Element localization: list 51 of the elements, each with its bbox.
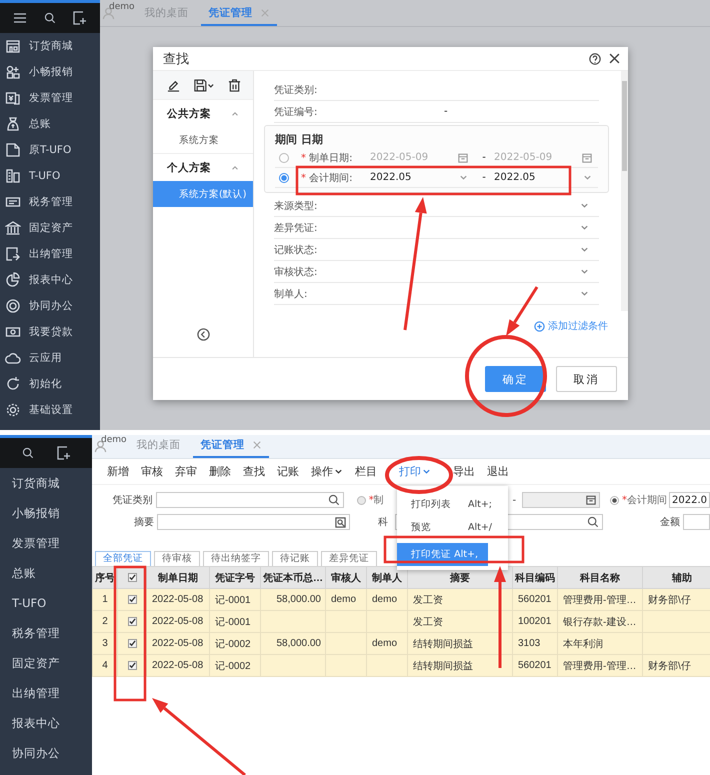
table-cell: 58,000.00	[260, 632, 326, 654]
table-cell: 58,000.00	[260, 588, 326, 610]
field-label: 凭证类别	[112, 494, 152, 507]
table-cell: 发工资	[408, 610, 512, 632]
column-header: 制单日期	[146, 566, 210, 588]
range-separator: -	[481, 152, 487, 163]
field-label: 摘要	[133, 516, 154, 529]
table-cell: 记-0002	[210, 654, 260, 676]
table-cell: 560201	[512, 654, 558, 676]
table-cell: 2022-05-08	[146, 632, 210, 654]
option-label: * 会计期间:	[301, 172, 354, 184]
table-cell: demo	[366, 632, 408, 654]
column-header: 审核人	[326, 566, 366, 588]
column-header: 科目名称	[558, 566, 642, 588]
table-cell: 记-0001	[210, 588, 260, 610]
table-cell: 记-0001	[210, 610, 260, 632]
table-cell: 2022-05-08	[146, 654, 210, 676]
table-cell: 记-0002	[210, 632, 260, 654]
table-cell: 2022-05-08	[146, 610, 210, 632]
range-separator: -	[512, 494, 516, 506]
table-cell: 2022-05-08	[146, 588, 210, 610]
table-cell: 财务部\仔	[642, 654, 710, 676]
table-cell: 结转期间损益	[408, 632, 512, 654]
table-cell: 本年利润	[558, 632, 642, 654]
table-cell: 560201	[512, 588, 558, 610]
table-cell: 结转期间损益	[408, 654, 512, 676]
option-label: *制	[368, 494, 384, 507]
field-label: 金额	[660, 516, 680, 529]
table-cell: 发工资	[408, 588, 512, 610]
option-label: * 制单日期:	[301, 152, 354, 164]
dialog-title: 查找	[163, 50, 190, 68]
table-cell: 100201	[512, 610, 558, 632]
table-cell: 管理费用-管理…	[558, 654, 642, 676]
column-header: 凭证本币总…	[260, 566, 326, 588]
column-header: 制单人	[366, 566, 408, 588]
option-label: *会计期间	[622, 494, 668, 507]
table-cell: 银行存款-建设…	[558, 610, 642, 632]
column-header: 科目编码	[512, 566, 558, 588]
user-name: demo	[109, 2, 135, 12]
table-cell: demo	[326, 588, 366, 610]
field-label: 科	[378, 516, 388, 529]
column-header: 辅助	[642, 566, 710, 588]
user-name: demo	[101, 435, 127, 445]
table-cell: demo	[366, 588, 408, 610]
range-separator: -	[481, 172, 487, 183]
table-cell: 管理费用-管理…	[558, 588, 642, 610]
column-header: 凭证字号	[210, 566, 260, 588]
column-header: 序号	[92, 566, 118, 588]
table-cell: 3103	[512, 632, 558, 654]
group-title: 期间 日期	[275, 132, 324, 148]
table-cell: 财务部\仔	[642, 588, 710, 610]
